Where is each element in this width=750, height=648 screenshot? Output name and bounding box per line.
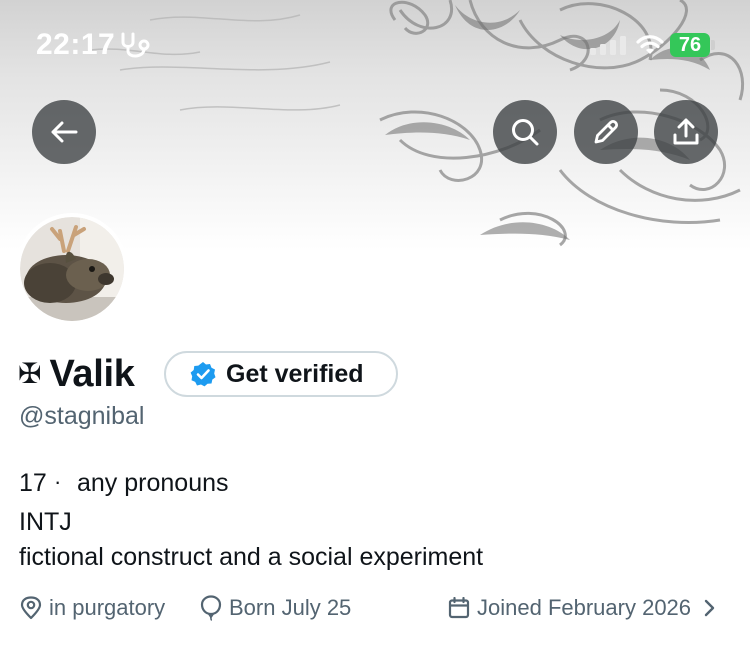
signal-icon: [590, 36, 626, 55]
get-verified-button[interactable]: Get verified: [164, 351, 398, 397]
meta-birthday-label: Born July 25: [229, 595, 352, 620]
get-verified-label: Get verified: [226, 359, 364, 388]
share-button[interactable]: [654, 100, 718, 164]
cross-glyph: ✠: [18, 357, 42, 390]
stethoscope-icon: [121, 32, 150, 58]
verified-badge-icon: [190, 362, 216, 387]
display-name: Valik: [49, 352, 135, 395]
bio-personality-type: INTJ: [19, 508, 72, 536]
location-pin-icon: [20, 596, 42, 620]
profile-screen: 22:17 76 ✠ Valik Get verified @stagnibal…: [0, 0, 750, 648]
bio-age: 17: [19, 469, 47, 497]
display-name-row: ✠ Valik: [18, 348, 135, 400]
meta-location: in purgatory: [20, 594, 165, 622]
pencil-icon: [594, 119, 619, 144]
back-arrow-icon: [51, 121, 78, 143]
chevron-right-icon: [704, 599, 715, 617]
meta-joined[interactable]: Joined February 2026: [448, 594, 724, 622]
wifi-icon: [636, 35, 664, 54]
meta-joined-label: Joined February 2026: [477, 595, 692, 620]
search-icon: [512, 119, 539, 146]
battery-icon: 76: [670, 33, 710, 57]
bio-pronouns: any pronouns: [77, 469, 229, 497]
meta-location-label: in purgatory: [49, 595, 166, 620]
balloon-icon: [200, 595, 222, 621]
calendar-icon: [448, 597, 470, 619]
bio-description: fictional construct and a social experim…: [19, 543, 484, 571]
status-time: 22:17: [36, 28, 116, 61]
username-handle: @stagnibal: [19, 402, 145, 430]
edit-button[interactable]: [574, 100, 638, 164]
search-button[interactable]: [493, 100, 557, 164]
bio-separator: ·: [54, 469, 62, 494]
avatar[interactable]: [16, 213, 128, 325]
battery-cap: [711, 40, 715, 50]
meta-birthday: Born July 25: [200, 594, 351, 622]
battery-level: 76: [678, 33, 702, 56]
avatar-image: [20, 217, 124, 321]
back-button[interactable]: [32, 100, 96, 164]
share-icon: [673, 118, 699, 145]
